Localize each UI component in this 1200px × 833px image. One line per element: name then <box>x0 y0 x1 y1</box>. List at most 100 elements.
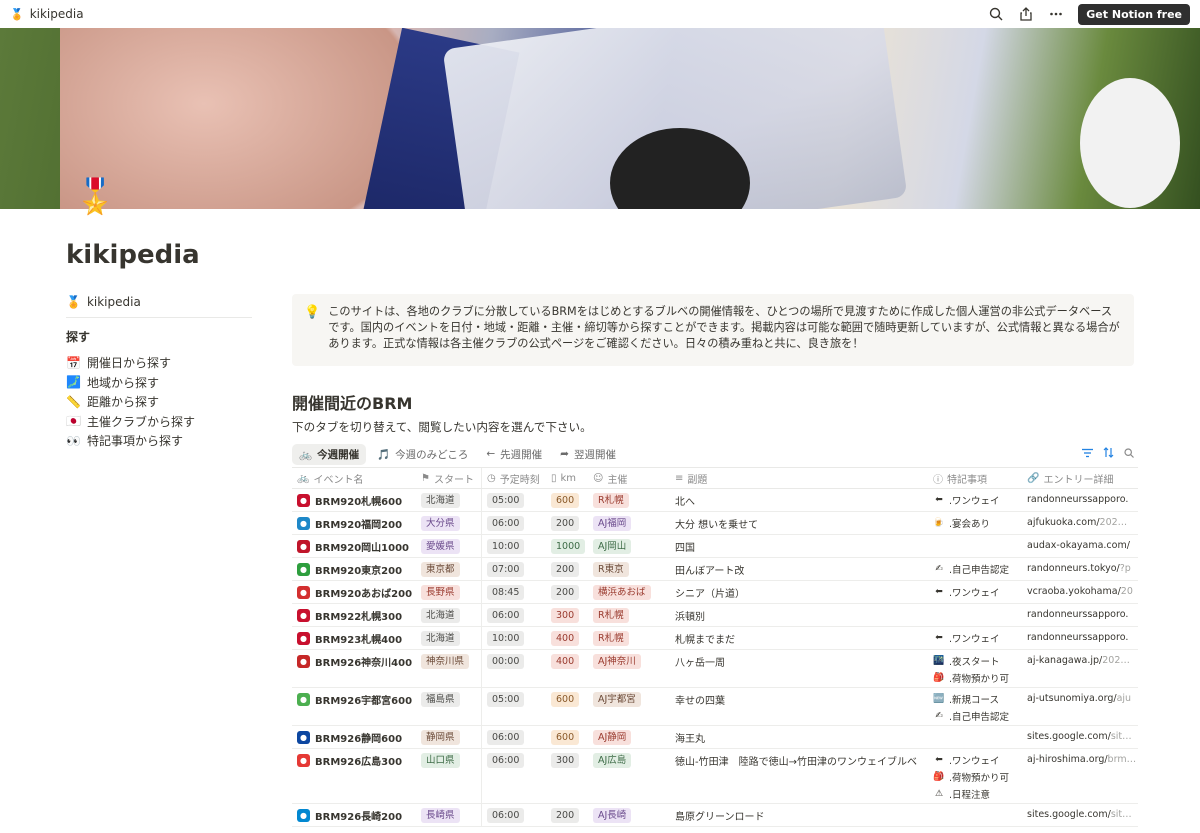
table-search-icon[interactable] <box>1124 447 1134 461</box>
event-name-link[interactable]: ● BRM922札幌300 <box>297 608 416 623</box>
start-prefecture-tag: 福島県 <box>421 692 460 707</box>
column-organizer[interactable]: ☺ 主催 <box>588 468 670 488</box>
callout-text: このサイトは、各地のクラブに分散しているBRMをはじめとするブルベの開催情報を、… <box>328 305 1120 350</box>
note-icon: 🎒 <box>933 672 945 683</box>
table-row[interactable]: ● BRM926宇都宮600 福島県 05:00 600 AJ宇都宮 幸せの四葉 🆕 .新規コー… <box>292 688 1138 726</box>
sidebar-item-distance[interactable]: 📏 距離から探す <box>66 392 252 412</box>
organizer-tag: 横浜あおば <box>593 585 651 600</box>
table-row[interactable]: ● BRM923札幌400 北海道 10:00 400 R札幌 札幌までまだ ⬅ .ワンウェイ r… <box>292 627 1138 650</box>
sidebar-item-notes[interactable]: 👀 特記事項から探す <box>66 431 252 451</box>
note-text: .自己申告認定 <box>949 711 1010 723</box>
event-subtitle: 海王丸 <box>675 734 705 745</box>
organizer-tag: R札幌 <box>593 608 629 623</box>
table-row[interactable]: ● BRM926長崎200 長崎県 06:00 200 AJ長崎 島原グリーンロード site… <box>292 804 1138 827</box>
tab-highlights[interactable]: 🎵 今週のみどころ <box>370 444 475 465</box>
entry-link[interactable]: sites.google.com/sit… <box>1027 809 1132 820</box>
event-name-link[interactable]: ● BRM926神奈川400 <box>297 654 416 669</box>
event-name-link[interactable]: ● BRM923札幌400 <box>297 631 416 646</box>
table-row[interactable]: ● BRM920東京200 東京都 07:00 200 R東京 田んぼアート改 ✍ .自己申告認… <box>292 558 1138 581</box>
entry-link[interactable]: audax-okayama.com/ <box>1027 540 1130 551</box>
note-text: .荷物預かり可 <box>949 772 1010 784</box>
table-row[interactable]: ● BRM926神奈川400 神奈川県 00:00 400 AJ神奈川 八ヶ岳一周 🌃 .夜スタ… <box>292 650 1138 688</box>
distance-tag: 1000 <box>551 539 586 554</box>
event-name-link[interactable]: ● BRM926広島300 <box>297 753 416 768</box>
event-name: BRM923札幌400 <box>315 635 403 646</box>
club-logo-icon: ● <box>297 540 310 553</box>
note-tag: 🆕 .新規コース <box>933 690 1022 707</box>
column-km[interactable]: ▯ km <box>546 468 588 488</box>
entry-link[interactable]: aj-kanagawa.jp/202… <box>1027 655 1130 666</box>
note-icon: ⚠ <box>934 788 944 799</box>
organizer-tag: R札幌 <box>593 493 629 508</box>
sidebar-item-region[interactable]: 🗾 地域から探す <box>66 373 252 393</box>
table-row[interactable]: ● BRM926静岡600 静岡県 06:00 600 AJ静岡 海王丸 sites.goog… <box>292 726 1138 749</box>
section-heading: 開催間近のBRM <box>292 394 413 413</box>
start-time-tag: 10:00 <box>487 539 525 554</box>
column-notes[interactable]: ⓘ 特記事項 <box>928 468 1022 488</box>
organizer-tag: R東京 <box>593 562 629 577</box>
event-name: BRM922札幌300 <box>315 612 403 623</box>
start-prefecture-tag: 東京都 <box>421 562 460 577</box>
start-prefecture-tag: 愛媛県 <box>421 539 460 554</box>
share-icon[interactable] <box>1018 6 1034 22</box>
table-row[interactable]: ● BRM920岡山1000 愛媛県 10:00 1000 AJ岡山 四国 audax-oka… <box>292 535 1138 558</box>
column-subtitle[interactable]: ≡ 副題 <box>670 468 928 488</box>
section-subtitle: 下のタブを切り替えて、閲覧したい内容を選んで下さい。 <box>292 420 592 434</box>
entry-link[interactable]: randonneurssapporo. <box>1027 494 1128 505</box>
search-icon[interactable] <box>988 6 1004 22</box>
sidebar-item-club[interactable]: 🇯🇵 主催クラブから探す <box>66 412 252 432</box>
event-name-link[interactable]: ● BRM920東京200 <box>297 562 416 577</box>
table-row[interactable]: ● BRM926広島300 山口県 06:00 300 AJ広島 徳山-竹田津 陸路で徳山→… <box>292 749 1138 804</box>
event-name-link[interactable]: ● BRM926静岡600 <box>297 730 416 745</box>
entry-link[interactable]: randonneurssapporo. <box>1027 632 1128 643</box>
filter-icon[interactable] <box>1082 447 1093 461</box>
tab-last-week[interactable]: ← 先週開催 <box>479 444 549 465</box>
start-time-tag: 05:00 <box>487 493 525 508</box>
event-subtitle: 札幌までまだ <box>675 635 735 646</box>
start-prefecture-tag: 北海道 <box>421 631 460 646</box>
entry-link[interactable]: randonneurs.tokyo/?p <box>1027 563 1131 574</box>
note-text: .ワンウェイ <box>949 587 1000 599</box>
column-entry[interactable]: 🔗 エントリー詳細 <box>1022 468 1138 488</box>
entry-link[interactable]: aj-hiroshima.org/brm… <box>1027 754 1136 765</box>
start-prefecture-tag: 山口県 <box>421 753 460 768</box>
tab-next-week[interactable]: ➦ 翌週開催 <box>553 444 623 465</box>
sidebar-item-date[interactable]: 📅 開催日から探す <box>66 353 252 373</box>
organizer-tag: AJ広島 <box>593 753 632 768</box>
column-time[interactable]: ◷ 予定時刻 <box>482 468 546 488</box>
start-prefecture-tag: 長野県 <box>421 585 460 600</box>
table-row[interactable]: ● BRM920あおば200 長野県 08:45 200 横浜あおば シニア（片道） ⬅ .ワン… <box>292 581 1138 604</box>
sidebar-home-link[interactable]: 🏅 kikipedia <box>66 294 252 318</box>
table-row[interactable]: ● BRM920札幌600 北海道 05:00 600 R札幌 北へ ⬅ .ワンウェイ rando… <box>292 489 1138 512</box>
column-event-name[interactable]: 🚲 イベント名 <box>292 468 416 488</box>
note-tag: ⬅ .ワンウェイ <box>933 751 1022 768</box>
event-name-link[interactable]: ● BRM926長崎200 <box>297 808 416 823</box>
entry-link[interactable]: aj-utsunomiya.org/aju <box>1027 693 1131 704</box>
event-name-link[interactable]: ● BRM920あおば200 <box>297 585 416 600</box>
entry-link[interactable]: sites.google.com/sit… <box>1027 731 1132 742</box>
entry-link[interactable]: ajfukuoka.com/202… <box>1027 517 1127 528</box>
note-icon: ✍ <box>935 710 943 721</box>
sort-icon[interactable] <box>1103 447 1114 461</box>
start-prefecture-tag: 北海道 <box>421 493 460 508</box>
club-logo-icon: ● <box>297 754 310 767</box>
table-row[interactable]: ● BRM922札幌300 北海道 06:00 300 R札幌 浜頓別 randonneurs… <box>292 604 1138 627</box>
event-name-link[interactable]: ● BRM920福岡200 <box>297 516 416 531</box>
event-name-link[interactable]: ● BRM920札幌600 <box>297 493 416 508</box>
more-icon[interactable] <box>1048 6 1064 22</box>
entry-link[interactable]: vcraoba.yokohama/20 <box>1027 586 1133 597</box>
tab-this-week[interactable]: 🚲 今週開催 <box>292 443 367 465</box>
get-notion-free-button[interactable]: Get Notion free <box>1078 3 1190 25</box>
breadcrumb[interactable]: 🏅 kikipedia <box>10 7 84 21</box>
event-name-link[interactable]: ● BRM920岡山1000 <box>297 539 416 554</box>
start-time-tag: 10:00 <box>487 631 525 646</box>
column-start[interactable]: ⚑ スタート <box>416 468 482 488</box>
start-time-tag: 06:00 <box>487 608 525 623</box>
sidebar-home-label: kikipedia <box>86 295 141 309</box>
organizer-tag: AJ長崎 <box>593 808 632 823</box>
events-table: 🚲 イベント名 ⚑ スタート ◷ 予定時刻 ▯ km ☺ 主催 ≡ 副題 ⓘ 特記事項 🔗 エン… <box>292 467 1138 827</box>
medal-page-icon[interactable]: 🎖️ <box>74 180 116 214</box>
entry-link[interactable]: randonneurssapporo. <box>1027 609 1128 620</box>
table-row[interactable]: ● BRM920福岡200 大分県 06:00 200 AJ福岡 大分 想いを乗せて 🍺 .宴会… <box>292 512 1138 535</box>
event-name-link[interactable]: ● BRM926宇都宮600 <box>297 692 416 707</box>
